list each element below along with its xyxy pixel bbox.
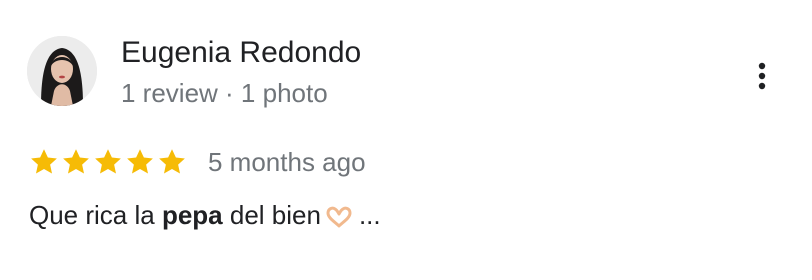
reviewer-name[interactable]: Eugenia Redondo xyxy=(121,34,361,72)
heart-hands-emoji xyxy=(325,201,353,237)
more-options-button[interactable] xyxy=(742,54,782,98)
star-icon xyxy=(159,149,185,174)
star-icon xyxy=(31,149,57,174)
star-rating xyxy=(29,147,187,177)
review-text-end: del bien xyxy=(222,200,321,230)
review-card: Eugenia Redondo 1 review · 1 photo 5 mon… xyxy=(0,0,812,280)
review-text-highlight: pepa xyxy=(161,200,223,230)
avatar-image xyxy=(27,36,97,106)
reviewer-info: Eugenia Redondo 1 review · 1 photo xyxy=(121,34,361,110)
review-text: Que rica la pepa del bien ... xyxy=(29,197,381,237)
review-ellipsis[interactable]: ... xyxy=(359,200,381,230)
more-vert-icon xyxy=(758,62,766,90)
reviewer-avatar[interactable] xyxy=(27,36,97,106)
star-icon xyxy=(95,149,121,174)
star-icon xyxy=(127,149,153,174)
review-text-start: Que rica la xyxy=(29,200,162,230)
review-time: 5 months ago xyxy=(208,146,366,177)
rating-row: 5 months ago xyxy=(29,144,366,180)
reviewer-meta: 1 review · 1 photo xyxy=(121,78,328,108)
star-icon xyxy=(63,149,89,174)
